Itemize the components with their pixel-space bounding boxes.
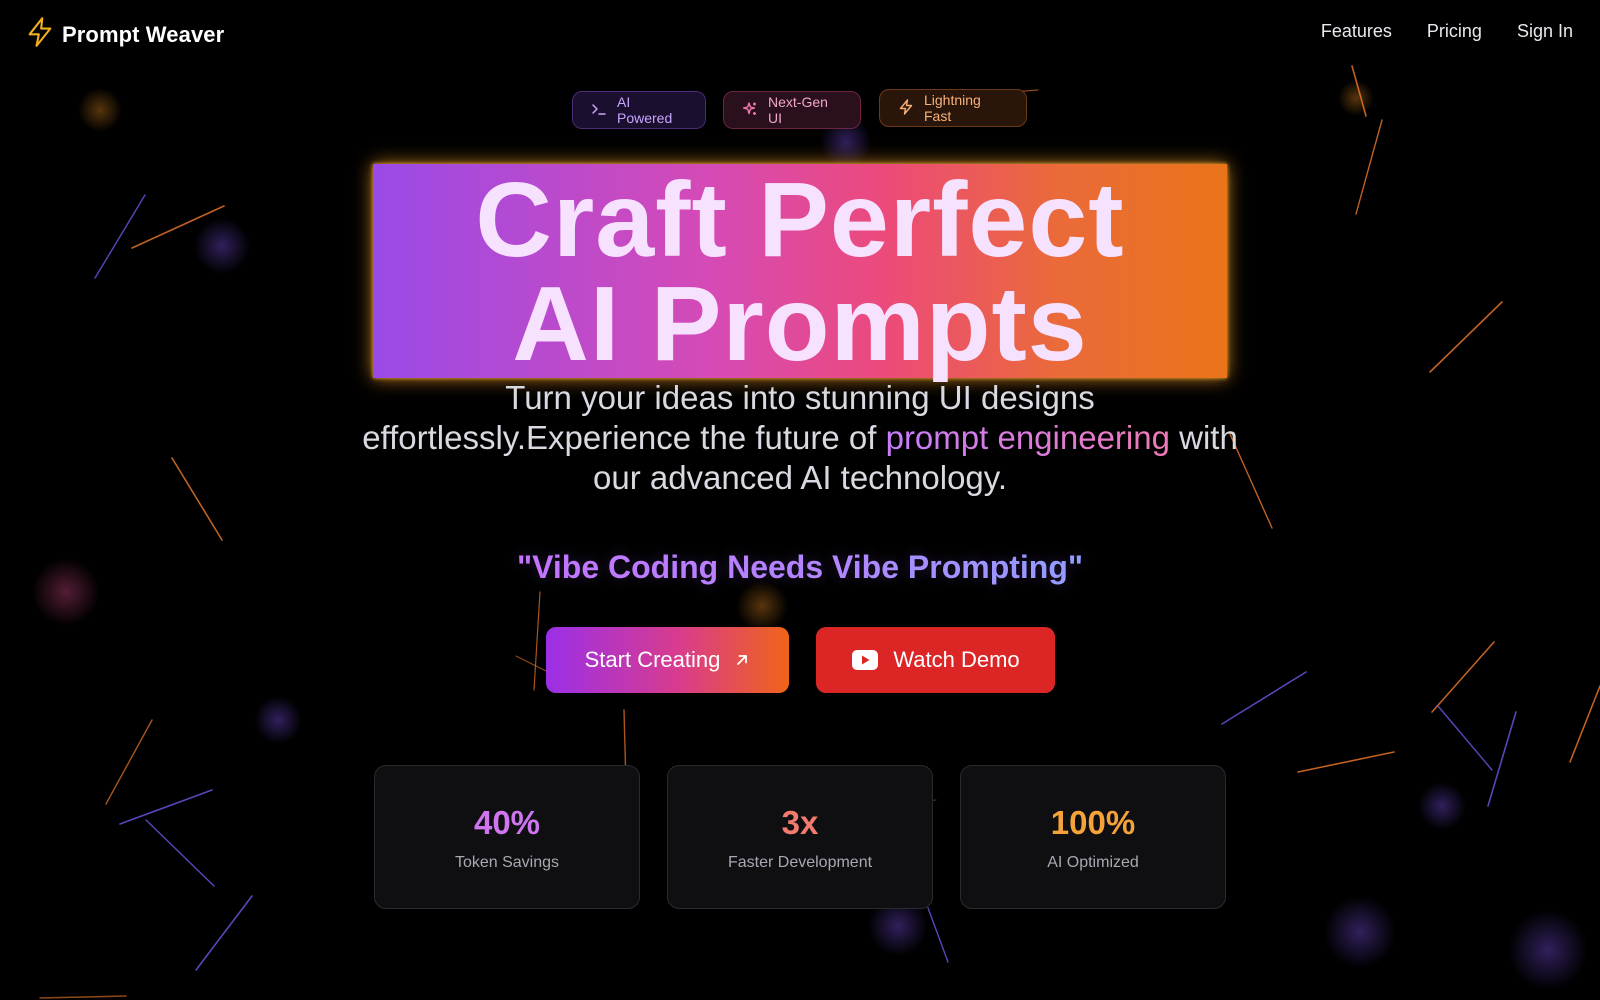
feature-badges: AI Powered Next-Gen UI Lightning Fast <box>0 89 1600 130</box>
stat-label: Faster Development <box>727 854 873 871</box>
page: Prompt Weaver Features Pricing Sign In A… <box>0 0 1600 1000</box>
start-creating-button[interactable]: Start Creating <box>546 627 789 693</box>
nav-link-sign-in[interactable]: Sign In <box>1517 21 1573 42</box>
lightning-icon <box>898 98 914 118</box>
terminal-icon <box>591 101 607 120</box>
lightning-icon <box>26 17 54 52</box>
top-navigation: Prompt Weaver Features Pricing Sign In <box>0 0 1600 66</box>
stat-value: 40% <box>473 804 541 841</box>
sparkles-icon <box>742 101 758 120</box>
stat-value: 3x <box>781 804 819 841</box>
badge-label: AI Powered <box>617 94 673 126</box>
stat-card-ai-optimized: 100% AI Optimized <box>960 765 1226 909</box>
arrow-up-right-icon <box>734 652 750 668</box>
stat-card-token-savings: 40% Token Savings <box>374 765 640 909</box>
badge-label: Lightning Fast <box>924 92 981 124</box>
hero-subtitle: Turn your ideas into stunning UI designs… <box>340 378 1260 498</box>
stat-card-faster-development: 3x Faster Development <box>667 765 933 909</box>
tagline: "Vibe Coding Needs Vibe Prompting" <box>400 549 1200 586</box>
brand-name: Prompt Weaver <box>62 21 225 47</box>
nav-links: Features Pricing Sign In <box>1321 21 1573 42</box>
hero-title-line-1: Craft Perfect <box>475 161 1125 279</box>
badge-next-gen-ui: Next-Gen UI <box>723 91 861 129</box>
stat-value: 100% <box>1050 804 1136 841</box>
nav-link-features[interactable]: Features <box>1321 21 1392 42</box>
youtube-play-icon <box>851 649 879 671</box>
start-creating-label: Start Creating <box>584 647 721 672</box>
stat-label: AI Optimized <box>1047 854 1139 871</box>
stat-label: Token Savings <box>454 854 560 871</box>
badge-label: Next-Gen UI <box>768 94 828 126</box>
nav-link-pricing[interactable]: Pricing <box>1427 21 1482 42</box>
hero-title: Craft Perfect AI Prompts <box>373 161 1227 383</box>
badge-lightning-fast: Lightning Fast <box>879 89 1027 127</box>
subtitle-highlight: prompt engineering <box>885 419 1170 456</box>
watch-demo-button[interactable]: Watch Demo <box>816 627 1055 693</box>
watch-demo-label: Watch Demo <box>893 647 1020 672</box>
brand[interactable]: Prompt Weaver <box>26 17 224 52</box>
hero-title-line-2: AI Prompts <box>512 265 1088 383</box>
badge-ai-powered: AI Powered <box>572 91 706 129</box>
